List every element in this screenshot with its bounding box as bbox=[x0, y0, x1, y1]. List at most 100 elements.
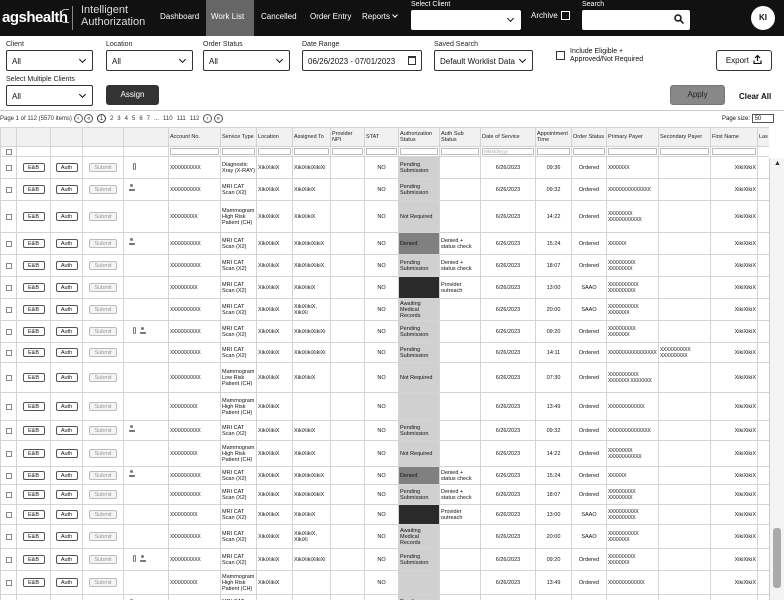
table-row[interactable]: E&BAuthSubmitXXXXXXXXXXMRI CAT Scan (X2)… bbox=[0, 466, 769, 485]
submit-button[interactable]: Submit bbox=[89, 555, 117, 564]
prev-page-arrow-icon[interactable]: ‹ bbox=[73, 114, 83, 123]
column-header-19[interactable]: Las bbox=[757, 127, 769, 147]
assigned-user-icon[interactable] bbox=[129, 238, 135, 245]
apply-button[interactable]: Apply bbox=[670, 85, 725, 105]
row-checkbox[interactable] bbox=[5, 284, 12, 291]
submit-button[interactable]: Submit bbox=[89, 212, 117, 221]
submit-button[interactable]: Submit bbox=[89, 305, 117, 314]
multi-clients-select[interactable]: All bbox=[6, 85, 93, 106]
nav-dashboard[interactable]: Dashboard bbox=[160, 12, 199, 21]
assigned-user-icon[interactable] bbox=[129, 425, 135, 432]
auth-button[interactable]: Auth bbox=[55, 555, 78, 564]
auth-button[interactable]: Auth bbox=[55, 305, 78, 314]
column-header-14[interactable]: Appointment Time bbox=[535, 127, 572, 147]
table-row[interactable]: E&BAuthSubmitXXXXXXXXXXMRI CAT Scan (X2)… bbox=[0, 320, 769, 343]
row-checkbox[interactable] bbox=[5, 374, 12, 381]
column-header-16[interactable]: Primary Payer bbox=[606, 127, 659, 147]
row-checkbox[interactable] bbox=[5, 349, 12, 356]
column-filter-input-11[interactable] bbox=[400, 148, 438, 155]
row-checkbox[interactable] bbox=[5, 186, 12, 193]
submit-button[interactable]: Submit bbox=[89, 373, 117, 382]
auth-button[interactable]: Auth bbox=[55, 327, 78, 336]
submit-button[interactable]: Submit bbox=[89, 163, 117, 172]
row-checkbox[interactable] bbox=[5, 533, 12, 540]
scrollbar-thumb[interactable] bbox=[773, 528, 781, 588]
eb-button[interactable]: E&B bbox=[22, 305, 45, 314]
submit-button[interactable]: Submit bbox=[89, 348, 117, 357]
column-header-12[interactable]: Auth Sub Status bbox=[439, 127, 481, 147]
column-filter-input-13[interactable]: MM/dd/yyyy bbox=[482, 148, 534, 155]
table-row[interactable]: E&BAuthSubmitXXXXXXXXXXMRI CAT Scan (X2)… bbox=[0, 594, 769, 600]
eb-button[interactable]: E&B bbox=[22, 212, 45, 221]
calendar-icon[interactable] bbox=[408, 56, 416, 65]
auth-button[interactable]: Auth bbox=[55, 490, 78, 499]
saved-search-select[interactable]: Default Worklist Data bbox=[434, 50, 533, 71]
row-checkbox[interactable] bbox=[5, 328, 12, 335]
row-checkbox[interactable] bbox=[5, 511, 12, 518]
row-checkbox[interactable] bbox=[5, 306, 12, 313]
location-filter-select[interactable]: All bbox=[106, 50, 193, 71]
auth-button[interactable]: Auth bbox=[55, 348, 78, 357]
row-checkbox[interactable] bbox=[5, 579, 12, 586]
auth-button[interactable]: Auth bbox=[55, 239, 78, 248]
auth-button[interactable]: Auth bbox=[55, 532, 78, 541]
select-client-dropdown[interactable] bbox=[411, 10, 521, 30]
nav-cancelled[interactable]: Cancelled bbox=[261, 12, 297, 21]
row-checkbox[interactable] bbox=[5, 427, 12, 434]
column-header-13[interactable]: Date of Service bbox=[480, 127, 536, 147]
table-row[interactable]: E&B Auth Submit XXXXXXXXX MRI CAT Scan (X2) X… bbox=[0, 504, 769, 525]
column-header-9[interactable]: Provider NPI bbox=[330, 127, 365, 147]
row-checkbox[interactable] bbox=[5, 556, 12, 563]
assigned-user-icon[interactable] bbox=[129, 470, 135, 477]
auth-button[interactable]: Auth bbox=[55, 212, 78, 221]
pager-page-10[interactable]: 111 bbox=[177, 116, 186, 122]
column-filter-input-6[interactable] bbox=[222, 148, 255, 155]
column-filter-input-16[interactable] bbox=[608, 148, 657, 155]
eb-button[interactable]: E&B bbox=[22, 555, 45, 564]
column-header-18[interactable]: First Name bbox=[710, 127, 758, 147]
paperclip-icon[interactable] bbox=[133, 327, 136, 334]
auth-button[interactable]: Auth bbox=[55, 185, 78, 194]
eb-button[interactable]: E&B bbox=[22, 402, 45, 411]
table-row[interactable]: E&B Auth Submit XXXXXXXXX MRI CAT Scan (X2) X… bbox=[0, 276, 769, 299]
auth-button[interactable]: Auth bbox=[55, 510, 78, 519]
column-filter-input-10[interactable] bbox=[366, 148, 397, 155]
submit-button[interactable]: Submit bbox=[89, 578, 117, 587]
eb-button[interactable]: E&B bbox=[22, 261, 45, 270]
eb-button[interactable]: E&B bbox=[22, 283, 45, 292]
clear-all-link[interactable]: Clear All bbox=[739, 92, 771, 101]
table-row[interactable]: E&B Auth Submit XXXXXXXXX Mammogram High Ris… bbox=[0, 570, 769, 595]
submit-button[interactable]: Submit bbox=[89, 185, 117, 194]
eb-button[interactable]: E&B bbox=[22, 449, 45, 458]
row-checkbox[interactable] bbox=[5, 240, 12, 247]
column-header-15[interactable]: Order Status bbox=[571, 127, 607, 147]
assigned-user-icon[interactable] bbox=[129, 184, 135, 191]
submit-button[interactable]: Submit bbox=[89, 283, 117, 292]
submit-button[interactable]: Submit bbox=[89, 327, 117, 336]
table-row[interactable]: E&BAuthSubmitXXXXXXXXXXMRI CAT Scan (X2)… bbox=[0, 298, 769, 321]
first-page-arrow-icon[interactable]: « bbox=[84, 114, 94, 123]
column-header-8[interactable]: Assigned To bbox=[292, 127, 331, 147]
row-checkbox[interactable] bbox=[5, 213, 12, 220]
eb-button[interactable]: E&B bbox=[22, 239, 45, 248]
table-row[interactable]: E&BAuthSubmitXXXXXXXXXXMRI CAT Scan (X2)… bbox=[0, 548, 769, 571]
table-row[interactable]: E&BAuthSubmitXXXXXXXXXXMRI CAT Scan (X2)… bbox=[0, 178, 769, 201]
page-size-select[interactable]: 50 bbox=[751, 114, 774, 123]
user-avatar[interactable]: KI bbox=[751, 6, 775, 30]
brand-logo[interactable]: agshealth bbox=[2, 9, 68, 26]
submit-button[interactable]: Submit bbox=[89, 490, 117, 499]
export-button[interactable]: Export bbox=[716, 50, 772, 71]
assigned-user-icon[interactable] bbox=[140, 327, 146, 334]
select-all-checkbox[interactable] bbox=[5, 148, 12, 155]
table-row[interactable]: E&BAuthSubmitXXXXXXXXXXMRI CAT Scan (X2)… bbox=[0, 232, 769, 255]
row-checkbox[interactable] bbox=[5, 164, 12, 171]
include-eligible-checkbox[interactable] bbox=[556, 51, 565, 60]
next-page-arrow-icon[interactable]: › bbox=[202, 114, 212, 123]
submit-button[interactable]: Submit bbox=[89, 532, 117, 541]
table-row[interactable]: E&B Auth Submit XXXXXXXXXX Mammogram Low Ris… bbox=[0, 362, 769, 393]
auth-button[interactable]: Auth bbox=[55, 426, 78, 435]
column-filter-input-9[interactable] bbox=[332, 148, 363, 155]
auth-button[interactable]: Auth bbox=[55, 261, 78, 270]
table-row[interactable]: E&BAuthSubmitXXXXXXXXXXMRI CAT Scan (X2)… bbox=[0, 254, 769, 277]
auth-button[interactable]: Auth bbox=[55, 283, 78, 292]
